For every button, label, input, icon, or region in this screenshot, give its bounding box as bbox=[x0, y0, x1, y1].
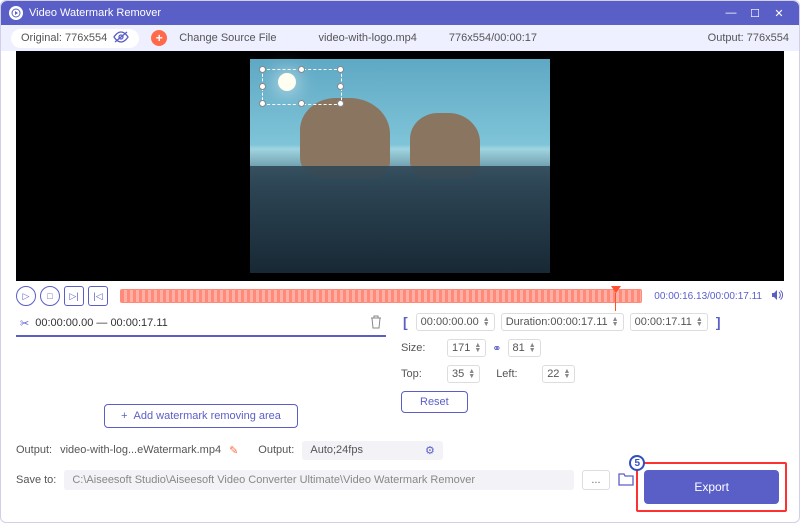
add-source-icon[interactable]: + bbox=[151, 30, 167, 46]
browse-button[interactable]: ... bbox=[582, 470, 609, 490]
spinner-icon[interactable]: ▲▼ bbox=[483, 317, 490, 327]
segments-panel: ✂ 00:00:00.00 — 00:00:17.11 + Add waterm… bbox=[16, 311, 386, 436]
video-preview-area bbox=[16, 51, 784, 281]
size-label: Size: bbox=[401, 342, 441, 354]
resize-handle[interactable] bbox=[298, 100, 305, 107]
start-time-input[interactable]: 00:00:00.00▲▼ bbox=[416, 313, 495, 331]
output-format-label: Output: bbox=[258, 444, 294, 456]
export-highlight: 5 Export bbox=[636, 462, 787, 512]
resize-handle[interactable] bbox=[259, 100, 266, 107]
titlebar: Video Watermark Remover — ☐ ✕ bbox=[1, 1, 799, 25]
resize-handle[interactable] bbox=[259, 66, 266, 73]
close-button[interactable]: ✕ bbox=[767, 7, 791, 20]
timeline-scrubber[interactable] bbox=[120, 289, 642, 303]
duration-input[interactable]: Duration:00:00:17.11▲▼ bbox=[501, 313, 624, 331]
playback-controls: ▷ □ ▷| |◁ 00:00:16.13/00:00:17.11 bbox=[1, 281, 799, 311]
app-icon bbox=[9, 6, 23, 20]
delete-segment-icon[interactable] bbox=[370, 315, 382, 332]
open-folder-icon[interactable] bbox=[618, 472, 634, 489]
stop-button[interactable]: □ bbox=[40, 286, 60, 306]
spinner-icon[interactable]: ▲▼ bbox=[563, 369, 570, 379]
left-input[interactable]: 22▲▼ bbox=[542, 365, 575, 383]
spinner-icon[interactable]: ▲▼ bbox=[612, 317, 619, 327]
save-path-field[interactable]: C:\Aiseesoft Studio\Aiseesoft Video Conv… bbox=[64, 470, 574, 490]
app-title: Video Watermark Remover bbox=[29, 7, 161, 19]
change-source-label[interactable]: Change Source File bbox=[179, 32, 276, 44]
volume-icon[interactable] bbox=[770, 288, 784, 305]
segment-range: 00:00:00.00 — 00:00:17.11 bbox=[35, 317, 364, 329]
preview-toggle-icon[interactable] bbox=[113, 31, 129, 46]
spinner-icon[interactable]: ▲▼ bbox=[696, 317, 703, 327]
segment-row[interactable]: ✂ 00:00:00.00 — 00:00:17.11 bbox=[16, 311, 386, 337]
watermark-selection-box[interactable] bbox=[262, 69, 342, 105]
minimize-button[interactable]: — bbox=[719, 7, 743, 19]
play-button[interactable]: ▷ bbox=[16, 286, 36, 306]
original-size-label: Original: 776x554 bbox=[21, 32, 107, 44]
source-info: 776x554/00:00:17 bbox=[449, 32, 537, 44]
next-frame-button[interactable]: |◁ bbox=[88, 286, 108, 306]
link-aspect-icon[interactable]: ⚭ bbox=[492, 342, 501, 355]
resize-handle[interactable] bbox=[337, 100, 344, 107]
spinner-icon[interactable]: ▲▼ bbox=[468, 369, 475, 379]
spinner-icon[interactable]: ▲▼ bbox=[474, 343, 481, 353]
original-size-pill: Original: 776x554 bbox=[11, 29, 139, 48]
output-size-label: Output: 776x554 bbox=[708, 32, 789, 44]
scissors-icon: ✂ bbox=[20, 317, 29, 330]
bracket-start-icon[interactable]: [ bbox=[401, 314, 410, 330]
top-label: Top: bbox=[401, 368, 441, 380]
reset-button[interactable]: Reset bbox=[401, 391, 468, 413]
plus-icon: + bbox=[121, 410, 127, 422]
video-frame[interactable] bbox=[250, 59, 550, 273]
output-bar: Output: video-with-log...eWatermark.mp4 … bbox=[1, 436, 799, 464]
height-input[interactable]: 81▲▼ bbox=[508, 339, 541, 357]
spinner-icon[interactable]: ▲▼ bbox=[529, 343, 536, 353]
bracket-end-icon[interactable]: ] bbox=[714, 314, 723, 330]
output-label: Output: bbox=[16, 444, 52, 456]
playback-time: 00:00:16.13/00:00:17.11 bbox=[654, 291, 762, 302]
add-area-label: Add watermark removing area bbox=[134, 410, 281, 422]
resize-handle[interactable] bbox=[259, 83, 266, 90]
export-button[interactable]: Export bbox=[644, 470, 779, 504]
toolbar: Original: 776x554 + Change Source File v… bbox=[1, 25, 799, 51]
resize-handle[interactable] bbox=[337, 66, 344, 73]
resize-handle[interactable] bbox=[298, 66, 305, 73]
step-badge: 5 bbox=[629, 455, 645, 471]
source-filename: video-with-logo.mp4 bbox=[318, 32, 416, 44]
properties-panel: [ 00:00:00.00▲▼ Duration:00:00:17.11▲▼ 0… bbox=[401, 311, 784, 436]
maximize-button[interactable]: ☐ bbox=[743, 7, 767, 20]
playhead-icon[interactable] bbox=[611, 286, 621, 293]
resize-handle[interactable] bbox=[337, 83, 344, 90]
save-to-label: Save to: bbox=[16, 474, 56, 486]
output-format-value: Auto;24fps bbox=[310, 444, 363, 456]
edit-filename-icon[interactable]: ✎ bbox=[229, 444, 238, 457]
end-time-input[interactable]: 00:00:17.11▲▼ bbox=[630, 313, 708, 331]
settings-icon[interactable]: ⚙ bbox=[425, 444, 435, 457]
top-input[interactable]: 35▲▼ bbox=[447, 365, 480, 383]
output-format-field[interactable]: Auto;24fps ⚙ bbox=[302, 441, 442, 460]
add-watermark-area-button[interactable]: + Add watermark removing area bbox=[104, 404, 298, 428]
left-label: Left: bbox=[496, 368, 536, 380]
prev-frame-button[interactable]: ▷| bbox=[64, 286, 84, 306]
output-filename: video-with-log...eWatermark.mp4 bbox=[60, 444, 221, 456]
width-input[interactable]: 171▲▼ bbox=[447, 339, 486, 357]
